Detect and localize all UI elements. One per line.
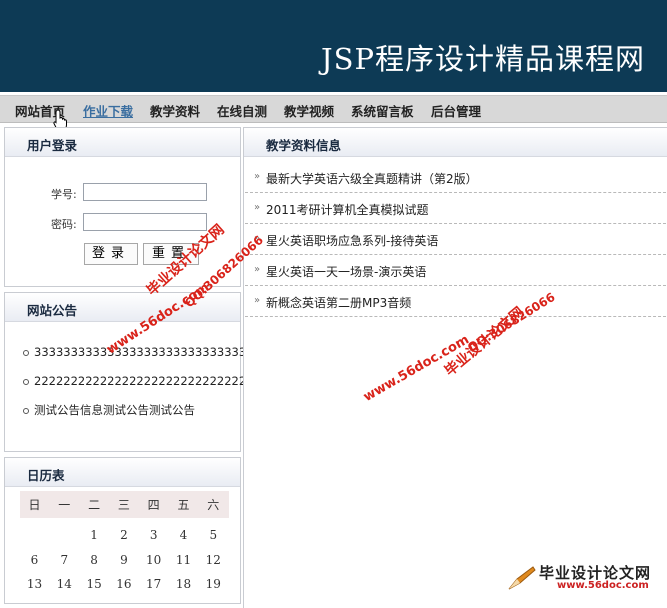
notice-panel: 网站公告 33333333333333333333333333333 22222… bbox=[4, 292, 246, 452]
calendar-day[interactable]: 16 bbox=[109, 577, 138, 591]
calendar-day[interactable]: 17 bbox=[139, 577, 168, 591]
calendar-day[interactable]: 11 bbox=[169, 553, 198, 567]
double-arrow-icon: » bbox=[254, 202, 261, 213]
calendar-day[interactable]: 2 bbox=[109, 528, 138, 542]
double-arrow-icon: » bbox=[254, 171, 261, 182]
double-arrow-icon: » bbox=[254, 295, 261, 306]
materials-panel-header: 教学资料信息 bbox=[244, 128, 667, 157]
calendar-day[interactable]: 9 bbox=[109, 553, 138, 567]
site-logo: 毕业设计论文网 www.56doc.com bbox=[507, 561, 667, 594]
calendar-day[interactable]: 3 bbox=[139, 528, 168, 542]
calendar-day[interactable]: 5 bbox=[199, 528, 228, 542]
calendar-weekday: 四 bbox=[147, 498, 160, 512]
login-panel-header: 用户登录 bbox=[5, 128, 240, 157]
material-item[interactable]: » 2011考研计算机全真模拟试题 bbox=[245, 193, 666, 224]
material-title: 新概念英语第二册MP3音频 bbox=[266, 296, 412, 310]
calendar-day[interactable]: 12 bbox=[199, 553, 228, 567]
password-label: 密码: bbox=[51, 218, 77, 231]
notice-item[interactable]: 22222222222222222222222222222 bbox=[23, 374, 246, 388]
notice-item[interactable]: 测试公告信息测试公告测试公告 bbox=[23, 402, 195, 418]
nav-teaching-materials[interactable]: 教学资料 bbox=[150, 101, 200, 120]
site-title: JSP程序设计精品课程网 bbox=[320, 42, 645, 76]
material-title: 最新大学英语六级全真题精讲（第2版） bbox=[266, 172, 478, 186]
calendar-day[interactable]: 14 bbox=[50, 577, 79, 591]
material-item[interactable]: » 最新大学英语六级全真题精讲（第2版） bbox=[245, 162, 666, 193]
material-item[interactable]: » 星火英语职场应急系列-接待英语 bbox=[245, 224, 666, 255]
calendar-day[interactable]: 13 bbox=[20, 577, 49, 591]
calendar-day[interactable]: 15 bbox=[80, 577, 109, 591]
calendar-weekday: 二 bbox=[88, 498, 101, 512]
bullet-icon bbox=[23, 349, 29, 356]
calendar-day[interactable]: 10 bbox=[139, 553, 168, 567]
double-arrow-icon: » bbox=[254, 264, 261, 275]
calendar-day[interactable]: 6 bbox=[20, 553, 49, 567]
main-nav: 网站首页 作业下载 教学资料 在线自测 教学视频 系统留言板 后台管理 bbox=[0, 95, 667, 123]
calendar-panel-header: 日历表 bbox=[5, 458, 240, 487]
notice-text: 测试公告信息测试公告测试公告 bbox=[34, 403, 195, 417]
material-title: 星火英语一天一场景-演示英语 bbox=[266, 265, 427, 279]
nav-online-test[interactable]: 在线自测 bbox=[217, 101, 267, 120]
material-item[interactable]: » 新概念英语第二册MP3音频 bbox=[245, 286, 666, 317]
notice-text: 22222222222222222222222222222 bbox=[34, 374, 247, 388]
material-item[interactable]: » 星火英语一天一场景-演示英语 bbox=[245, 255, 666, 286]
material-title: 星火英语职场应急系列-接待英语 bbox=[266, 234, 439, 248]
nav-admin[interactable]: 后台管理 bbox=[431, 101, 481, 120]
notice-text: 33333333333333333333333333333 bbox=[34, 345, 247, 359]
calendar-day[interactable]: 4 bbox=[169, 528, 198, 542]
calendar-panel-title: 日历表 bbox=[27, 468, 65, 483]
notice-panel-title: 网站公告 bbox=[27, 303, 78, 318]
logo-url: www.56doc.com bbox=[557, 580, 649, 591]
login-panel: 用户登录 学号: 密码: 登录 重置 bbox=[4, 127, 241, 287]
site-header: JSP程序设计精品课程网 bbox=[0, 0, 667, 92]
calendar-day[interactable]: 19 bbox=[199, 577, 228, 591]
calendar-day[interactable]: 1 bbox=[80, 528, 109, 542]
notice-item[interactable]: 33333333333333333333333333333 bbox=[23, 345, 246, 359]
calendar-weekday: 三 bbox=[117, 498, 130, 512]
logo-pencil-icon bbox=[508, 566, 536, 590]
username-label: 学号: bbox=[51, 188, 77, 201]
calendar-weekday: 日 bbox=[28, 498, 41, 512]
login-panel-title: 用户登录 bbox=[27, 138, 78, 153]
materials-panel-title: 教学资料信息 bbox=[266, 138, 342, 153]
calendar-day[interactable]: 18 bbox=[169, 577, 198, 591]
username-input[interactable] bbox=[83, 183, 207, 201]
material-title: 2011考研计算机全真模拟试题 bbox=[266, 203, 429, 217]
calendar-day[interactable]: 8 bbox=[80, 553, 109, 567]
bullet-icon bbox=[23, 378, 29, 385]
calendar-weekday: 六 bbox=[207, 498, 220, 512]
calendar-weekday: 五 bbox=[177, 498, 190, 512]
nav-teaching-video[interactable]: 教学视频 bbox=[284, 101, 334, 120]
calendar-weekday: 一 bbox=[58, 498, 71, 512]
login-button[interactable]: 登录 bbox=[84, 243, 138, 265]
bullet-icon bbox=[23, 407, 29, 414]
password-input[interactable] bbox=[83, 213, 207, 231]
calendar-day[interactable]: 7 bbox=[50, 553, 79, 567]
nav-homework-download[interactable]: 作业下载 bbox=[83, 101, 133, 120]
nav-message-board[interactable]: 系统留言板 bbox=[351, 101, 414, 120]
